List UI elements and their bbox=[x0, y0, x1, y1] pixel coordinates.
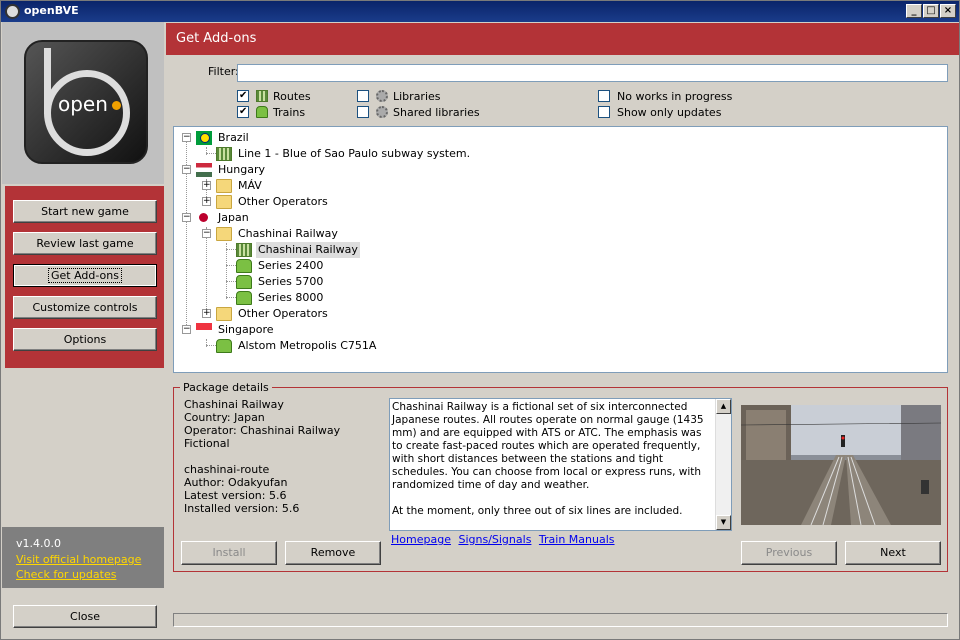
flag-japan-icon bbox=[196, 211, 212, 225]
main-window: openBVE _ □ × open Start new game Review… bbox=[0, 0, 960, 640]
collapse-icon[interactable]: − bbox=[182, 133, 191, 142]
collapse-icon[interactable]: − bbox=[182, 213, 191, 222]
only-updates-checkbox[interactable]: Show only updates bbox=[598, 106, 748, 120]
package-id: chashinai-route bbox=[184, 463, 270, 476]
main-menu: Start new game Review last game Get Add-… bbox=[5, 186, 164, 368]
package-operator: Operator: Chashinai Railway bbox=[184, 424, 341, 437]
openbve-logo: open bbox=[24, 40, 148, 164]
shared-libraries-checkbox[interactable]: Shared libraries bbox=[357, 106, 480, 120]
review-last-game-button[interactable]: Review last game bbox=[13, 232, 157, 255]
customize-controls-button[interactable]: Customize controls bbox=[13, 296, 157, 319]
route-icon bbox=[216, 147, 232, 161]
collapse-icon[interactable]: − bbox=[182, 165, 191, 174]
minimize-icon[interactable]: _ bbox=[906, 4, 922, 18]
no-wip-checkbox[interactable]: No works in progress bbox=[598, 90, 748, 104]
route-icon bbox=[236, 243, 252, 257]
package-kind: Fictional bbox=[184, 437, 230, 450]
folder-icon bbox=[216, 195, 232, 209]
sidebar: open Start new game Review last game Get… bbox=[2, 22, 164, 639]
window-title: openBVE bbox=[24, 4, 79, 17]
routes-checkbox[interactable]: Routes bbox=[237, 89, 337, 104]
gear-icon bbox=[376, 106, 388, 118]
maximize-icon[interactable]: □ bbox=[923, 4, 939, 18]
train-icon bbox=[236, 275, 252, 289]
package-homepage-link[interactable]: Homepage bbox=[391, 533, 451, 546]
install-button[interactable]: Install bbox=[181, 541, 277, 565]
train-icon bbox=[236, 291, 252, 305]
next-button[interactable]: Next bbox=[845, 541, 941, 565]
trains-checkbox[interactable]: Trains bbox=[237, 105, 337, 120]
package-installed-version: Installed version: 5.6 bbox=[184, 502, 300, 515]
collapse-icon[interactable]: − bbox=[182, 325, 191, 334]
package-links: Homepage Signs/Signals Train Manuals bbox=[391, 533, 619, 546]
package-latest-version: Latest version: 5.6 bbox=[184, 489, 287, 502]
logo-area: open bbox=[2, 22, 164, 184]
collapse-icon[interactable]: − bbox=[202, 229, 211, 238]
train-icon bbox=[256, 106, 268, 118]
homepage-link[interactable]: Visit official homepage bbox=[16, 553, 150, 566]
options-button[interactable]: Options bbox=[13, 328, 157, 351]
expand-icon[interactable]: + bbox=[202, 181, 211, 190]
flag-hungary-icon bbox=[196, 163, 212, 177]
package-tree[interactable]: − Brazil Line 1 - Blue of Sao Paulo subw… bbox=[173, 126, 948, 373]
train-icon bbox=[236, 259, 252, 273]
page-title: Get Add-ons bbox=[166, 23, 959, 55]
start-new-game-button[interactable]: Start new game bbox=[13, 200, 157, 223]
progress-bar bbox=[173, 613, 948, 627]
logo-text: open bbox=[58, 92, 108, 116]
flag-singapore-icon bbox=[196, 323, 212, 337]
close-window-icon[interactable]: × bbox=[940, 4, 956, 18]
gear-icon bbox=[376, 90, 388, 102]
scroll-down-icon[interactable]: ▼ bbox=[716, 515, 731, 530]
filter-input[interactable] bbox=[237, 64, 948, 82]
package-name: Chashinai Railway bbox=[184, 398, 284, 411]
version-panel: v1.4.0.0 Visit official homepage Check f… bbox=[2, 527, 164, 588]
package-description[interactable]: Chashinai Railway is a fictional set of … bbox=[389, 398, 732, 531]
expand-icon[interactable]: + bbox=[202, 309, 211, 318]
folder-icon bbox=[216, 307, 232, 321]
app-icon bbox=[5, 4, 20, 19]
signs-signals-link[interactable]: Signs/Signals bbox=[458, 533, 531, 546]
title-bar[interactable]: openBVE _ □ × bbox=[1, 1, 959, 22]
remove-button[interactable]: Remove bbox=[285, 541, 381, 565]
train-manuals-link[interactable]: Train Manuals bbox=[539, 533, 615, 546]
route-icon bbox=[256, 90, 268, 102]
scroll-up-icon[interactable]: ▲ bbox=[716, 399, 731, 414]
package-info: Chashinai Railway Country: Japan Operato… bbox=[184, 398, 384, 515]
package-details-title: Package details bbox=[180, 381, 272, 394]
expand-icon[interactable]: + bbox=[202, 197, 211, 206]
package-preview-image bbox=[741, 405, 941, 525]
description-scrollbar[interactable]: ▲ ▼ bbox=[715, 399, 731, 530]
close-button[interactable]: Close bbox=[13, 605, 157, 628]
train-icon bbox=[216, 339, 232, 353]
filter-label: Filter: bbox=[208, 65, 239, 78]
version-label: v1.4.0.0 bbox=[16, 537, 61, 550]
package-author: Author: Odakyufan bbox=[184, 476, 288, 489]
flag-brazil-icon bbox=[196, 131, 212, 145]
folder-icon bbox=[216, 179, 232, 193]
libraries-checkbox[interactable]: Libraries bbox=[357, 90, 477, 104]
previous-button[interactable]: Previous bbox=[741, 541, 837, 565]
folder-open-icon bbox=[216, 227, 232, 241]
package-country: Country: Japan bbox=[184, 411, 265, 424]
get-addons-button[interactable]: Get Add-ons bbox=[13, 264, 157, 287]
check-updates-link[interactable]: Check for updates bbox=[16, 568, 150, 581]
